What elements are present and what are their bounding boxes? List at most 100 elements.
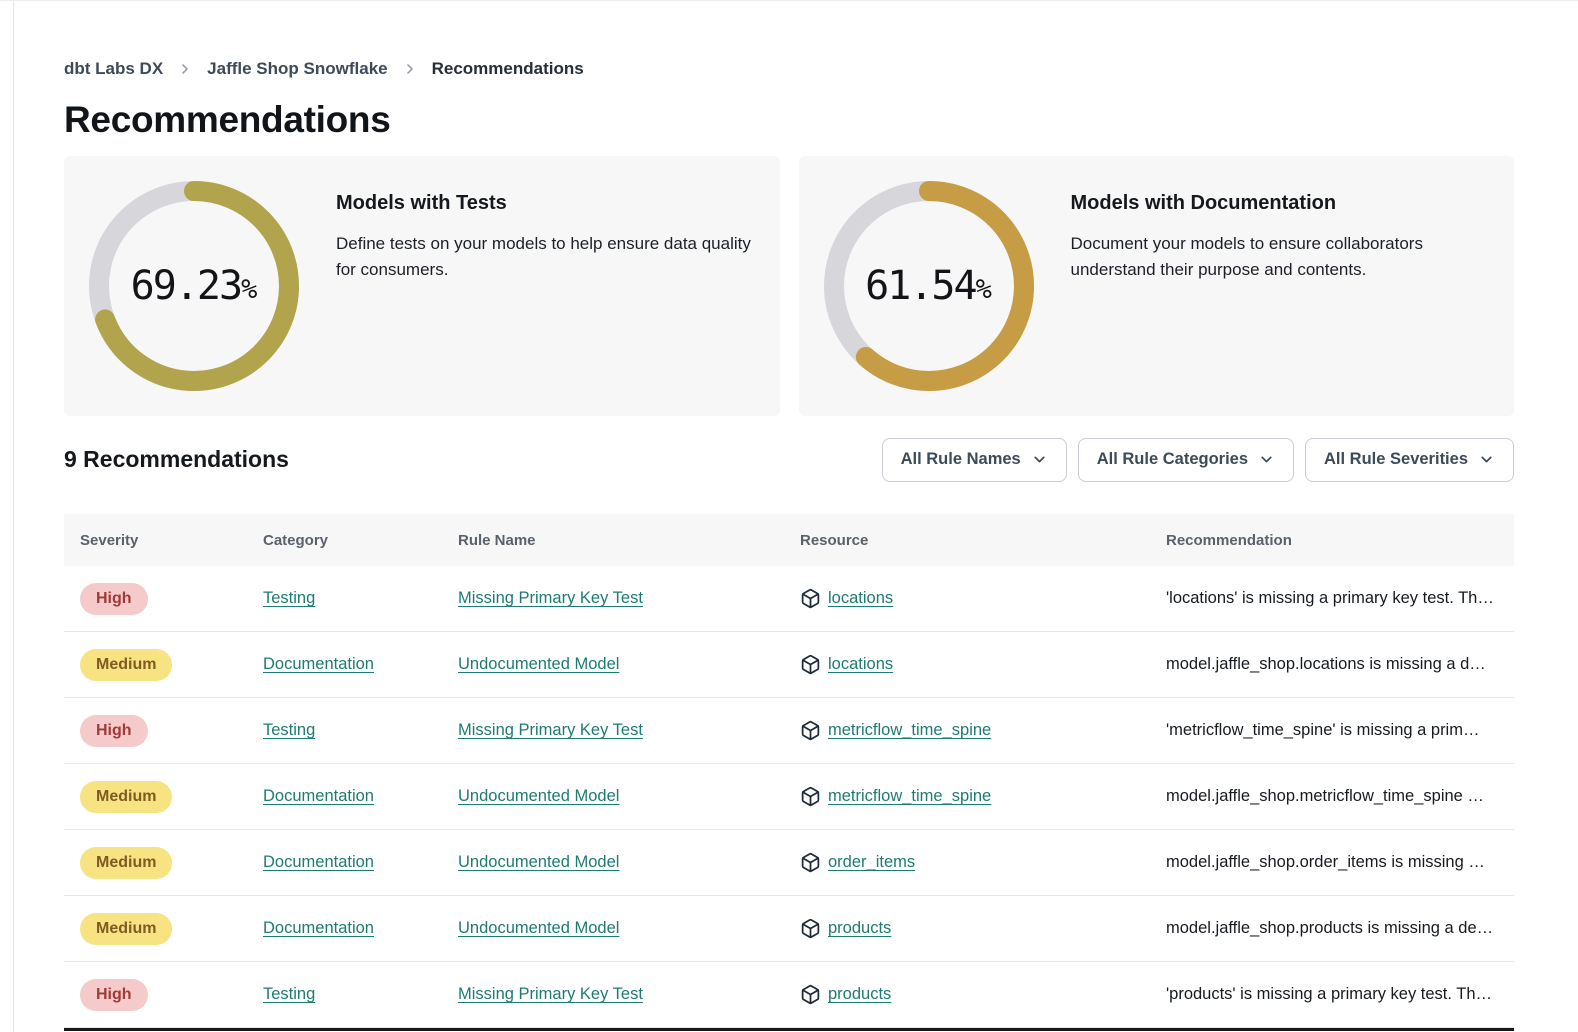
table-row: High Testing Missing Primary Key Test me…	[64, 698, 1514, 764]
severity-cell: Medium	[64, 781, 247, 813]
filter-rule-categories-dropdown[interactable]: All Rule Categories	[1078, 438, 1294, 482]
recommendation-cell: 'products' is missing a primary key test…	[1150, 985, 1514, 1004]
rule-name-cell: Undocumented Model	[442, 853, 784, 872]
resource-cell: products	[784, 984, 1150, 1005]
metric-card-description: Document your models to ensure collabora…	[1071, 231, 1446, 284]
rule-name-link[interactable]: Missing Primary Key Test	[458, 721, 643, 739]
recommendations-table: Severity Category Rule Name Resource Rec…	[64, 514, 1514, 1028]
category-cell: Testing	[247, 589, 442, 608]
table-row: Medium Documentation Undocumented Model …	[64, 764, 1514, 830]
severity-badge: Medium	[80, 781, 172, 813]
resource-cell: order_items	[784, 852, 1150, 873]
model-box-icon	[800, 654, 821, 675]
category-link[interactable]: Documentation	[263, 853, 374, 871]
category-cell: Documentation	[247, 919, 442, 938]
rule-name-link[interactable]: Undocumented Model	[458, 655, 619, 673]
recommendation-cell: model.jaffle_shop.locations is missing a…	[1150, 655, 1514, 674]
model-box-icon	[800, 918, 821, 939]
recommendation-cell: 'locations' is missing a primary key tes…	[1150, 589, 1514, 608]
rule-name-cell: Missing Primary Key Test	[442, 589, 784, 608]
severity-badge: High	[80, 715, 148, 747]
rule-name-cell: Undocumented Model	[442, 919, 784, 938]
filter-rule-names-dropdown[interactable]: All Rule Names	[882, 438, 1067, 482]
table-header-row: Severity Category Rule Name Resource Rec…	[64, 514, 1514, 566]
metric-card-title: Models with Documentation	[1071, 192, 1446, 215]
category-link[interactable]: Testing	[263, 985, 315, 1003]
chevron-down-icon	[1031, 451, 1048, 468]
resource-cell: products	[784, 918, 1150, 939]
resource-link[interactable]: locations	[828, 589, 893, 608]
metric-card-models-with-documentation: 61.54% Models with Documentation Documen…	[799, 156, 1515, 416]
category-link[interactable]: Documentation	[263, 919, 374, 937]
column-header-severity: Severity	[64, 532, 247, 549]
documentation-donut-chart: 61.54%	[823, 180, 1035, 392]
severity-badge: High	[80, 979, 148, 1011]
resource-link[interactable]: locations	[828, 655, 893, 674]
resource-cell: locations	[784, 588, 1150, 609]
category-link[interactable]: Testing	[263, 721, 315, 739]
category-cell: Testing	[247, 985, 442, 1004]
recommendation-text: model.jaffle_shop.metricflow_time_spine …	[1166, 787, 1484, 805]
recommendations-count-heading: 9 Recommendations	[64, 446, 289, 473]
rule-name-link[interactable]: Undocumented Model	[458, 787, 619, 805]
severity-cell: High	[64, 979, 247, 1011]
sidebar-edge-divider	[13, 1, 14, 1032]
filter-label: All Rule Names	[901, 450, 1021, 469]
category-link[interactable]: Testing	[263, 589, 315, 607]
filter-rule-severities-dropdown[interactable]: All Rule Severities	[1305, 438, 1514, 482]
recommendations-list-header: 9 Recommendations All Rule Names All Rul…	[64, 437, 1514, 482]
severity-cell: Medium	[64, 913, 247, 945]
breadcrumb-item-account[interactable]: dbt Labs DX	[64, 59, 163, 79]
table-row: High Testing Missing Primary Key Test lo…	[64, 566, 1514, 632]
severity-badge: High	[80, 583, 148, 615]
column-header-category: Category	[247, 532, 442, 549]
category-cell: Documentation	[247, 853, 442, 872]
resource-link[interactable]: metricflow_time_spine	[828, 721, 991, 740]
category-cell: Documentation	[247, 655, 442, 674]
breadcrumb-item-project[interactable]: Jaffle Shop Snowflake	[207, 59, 387, 79]
severity-badge: Medium	[80, 649, 172, 681]
table-row: Medium Documentation Undocumented Model …	[64, 896, 1514, 962]
severity-cell: High	[64, 715, 247, 747]
resource-link[interactable]: order_items	[828, 853, 915, 872]
table-body: High Testing Missing Primary Key Test lo…	[64, 566, 1514, 1028]
model-box-icon	[800, 852, 821, 873]
model-box-icon	[800, 786, 821, 807]
recommendation-text: model.jaffle_shop.products is missing a …	[1166, 919, 1493, 937]
rule-name-cell: Missing Primary Key Test	[442, 985, 784, 1004]
model-box-icon	[800, 588, 821, 609]
chevron-right-icon	[402, 61, 418, 77]
rule-name-cell: Undocumented Model	[442, 655, 784, 674]
category-cell: Testing	[247, 721, 442, 740]
recommendation-text: model.jaffle_shop.locations is missing a…	[1166, 655, 1486, 673]
filter-bar: All Rule Names All Rule Categories All R…	[882, 438, 1514, 482]
tests-donut-chart: 69.23%	[88, 180, 300, 392]
recommendation-cell: model.jaffle_shop.products is missing a …	[1150, 919, 1514, 938]
bottom-cutoff-bar	[64, 1028, 1514, 1031]
recommendation-text: 'metricflow_time_spine' is missing a pri…	[1166, 721, 1479, 739]
severity-badge: Medium	[80, 847, 172, 879]
chevron-down-icon	[1478, 451, 1495, 468]
resource-link[interactable]: products	[828, 985, 891, 1004]
resource-cell: locations	[784, 654, 1150, 675]
resource-link[interactable]: products	[828, 919, 891, 938]
recommendation-text: 'products' is missing a primary key test…	[1166, 985, 1492, 1003]
breadcrumb-item-current: Recommendations	[432, 59, 584, 79]
recommendation-cell: model.jaffle_shop.order_items is missing…	[1150, 853, 1514, 872]
metric-card-title: Models with Tests	[336, 192, 756, 215]
category-link[interactable]: Documentation	[263, 655, 374, 673]
category-cell: Documentation	[247, 787, 442, 806]
metric-card-models-with-tests: 69.23% Models with Tests Define tests on…	[64, 156, 780, 416]
page-title: Recommendations	[64, 99, 1514, 141]
rule-name-link[interactable]: Missing Primary Key Test	[458, 985, 643, 1003]
rule-name-link[interactable]: Undocumented Model	[458, 919, 619, 937]
chevron-right-icon	[177, 61, 193, 77]
resource-link[interactable]: metricflow_time_spine	[828, 787, 991, 806]
column-header-recommendation: Recommendation	[1150, 532, 1514, 549]
documentation-percentage-label: 61.54%	[823, 180, 1035, 392]
rule-name-link[interactable]: Undocumented Model	[458, 853, 619, 871]
category-link[interactable]: Documentation	[263, 787, 374, 805]
severity-cell: Medium	[64, 649, 247, 681]
rule-name-link[interactable]: Missing Primary Key Test	[458, 589, 643, 607]
column-header-rule-name: Rule Name	[442, 532, 784, 549]
